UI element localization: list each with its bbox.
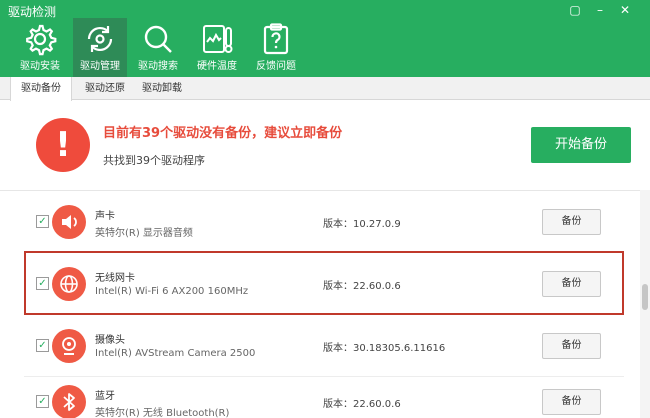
refresh-icon [87,26,113,52]
toolbar-label: 硬件温度 [197,61,237,72]
driver-version: 版本：30.18305.6.11616 [323,343,446,354]
search-icon [144,25,172,53]
camera-icon [52,329,86,363]
driver-row: ✓ 摄像头 Intel(R) AVStream Camera 2500 版本：3… [24,315,624,377]
row-checkbox[interactable]: ✓ [36,339,49,352]
toolbar-driver-install[interactable]: 驱动安装 [13,18,67,77]
backup-button[interactable]: 备份 [542,209,601,235]
toolbar-driver-manage[interactable]: 驱动管理 [73,18,127,77]
start-backup-button[interactable]: 开始备份 [531,127,631,163]
toolbar-label: 驱动管理 [80,61,120,72]
scrollbar-thumb[interactable] [642,284,648,310]
highlight-frame [24,251,624,315]
driver-device: 英特尔(R) 无线 Bluetooth(R) [95,408,230,418]
driver-name: 蓝牙 [95,391,115,402]
toolbar-label: 反馈问题 [256,61,296,72]
toolbar-label: 驱动搜索 [138,61,178,72]
driver-row: ✓ 声卡 英特尔(R) 显示器音频 版本：10.27.0.9 备份 [24,191,624,253]
backup-button[interactable]: 备份 [542,389,601,415]
toolbar-driver-search[interactable]: 驱动搜索 [131,18,185,77]
row-checkbox[interactable]: ✓ [36,395,49,408]
tab-driver-restore[interactable]: 驱动还原 [75,77,135,100]
speaker-icon [52,205,86,239]
minimize-icon[interactable]: – [591,3,609,17]
toolbar-hardware-temp[interactable]: 硬件温度 [190,18,244,77]
toolbar-label: 驱动安装 [20,61,60,72]
driver-device: 英特尔(R) 显示器音频 [95,228,193,239]
backup-button[interactable]: 备份 [542,333,601,359]
sub-tabs: 驱动备份 驱动还原 驱动卸载 [0,77,650,101]
row-checkbox[interactable]: ✓ [36,215,49,228]
tab-driver-uninstall[interactable]: 驱动卸载 [132,77,192,100]
temperature-icon [203,25,233,53]
driver-name: 声卡 [95,211,115,222]
banner-title: 目前有39个驱动没有备份，建议立即备份 [103,126,343,141]
driver-device: Intel(R) AVStream Camera 2500 [95,348,256,359]
restore-icon[interactable]: ▢ [566,3,584,17]
driver-row: ✓ 蓝牙 英特尔(R) 无线 Bluetooth(R) 版本：22.60.0.6… [24,371,624,418]
driver-name: 摄像头 [95,335,125,346]
app-header: 驱动检测 ▢ – ✕ 驱动安装 驱动管理 驱动搜索 硬件温度 反馈问题 [0,0,650,77]
banner-subtitle: 共找到39个驱动程序 [103,154,205,167]
toolbar-feedback[interactable]: 反馈问题 [249,18,303,77]
driver-version: 版本：10.27.0.9 [323,219,401,230]
driver-version: 版本：22.60.0.6 [323,399,401,410]
clipboard-question-icon [263,23,289,55]
tab-driver-backup[interactable]: 驱动备份 [10,77,72,101]
bluetooth-icon [52,385,86,418]
warning-icon: ! [36,118,90,172]
close-icon[interactable]: ✕ [616,3,634,17]
gear-icon [26,24,57,56]
